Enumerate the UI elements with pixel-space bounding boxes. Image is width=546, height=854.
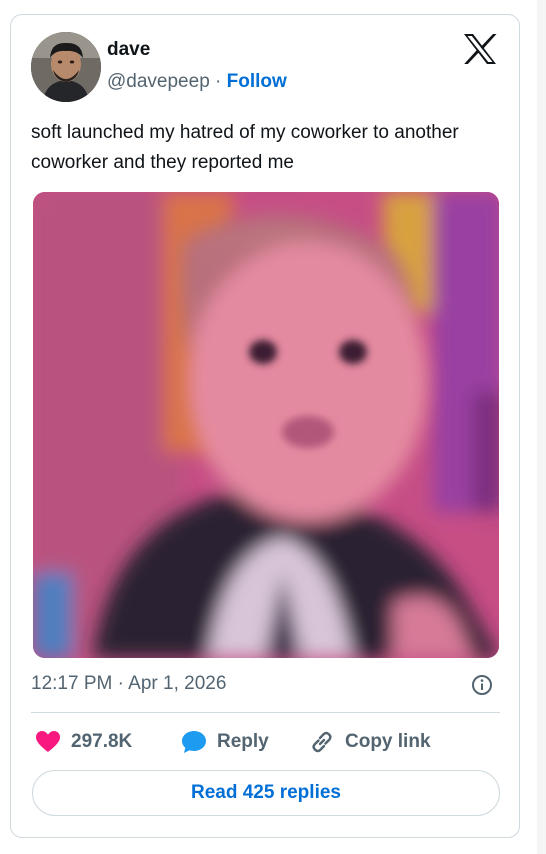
page-scrollbar[interactable] (537, 0, 546, 854)
actions-divider (31, 712, 500, 713)
info-icon[interactable] (471, 674, 493, 696)
reply-label: Reply (217, 731, 269, 752)
author-avatar[interactable] (31, 32, 101, 102)
embedded-tweet-card: dave @davepeep · Follow soft launched my… (10, 14, 520, 838)
tweet-timestamp[interactable]: 12:17 PM · Apr 1, 2026 (31, 673, 226, 695)
avatar-photo (31, 32, 101, 102)
follow-button[interactable]: Follow (227, 71, 287, 92)
speech-bubble-icon (182, 731, 206, 753)
copy-link-button[interactable]: Copy link (309, 728, 431, 756)
media-photo (33, 192, 499, 658)
like-button[interactable]: 297.8K (35, 728, 132, 756)
x-logo-icon[interactable] (463, 33, 497, 65)
tweet-text: soft launched my hatred of my coworker t… (31, 122, 459, 173)
read-replies-button[interactable]: Read 425 replies (32, 770, 500, 816)
author-handle[interactable]: @davepeep (107, 71, 210, 92)
author-handle-line: @davepeep · Follow (107, 71, 287, 93)
reply-button[interactable]: Reply (181, 728, 269, 756)
heart-icon (36, 731, 60, 752)
author-name[interactable]: dave (107, 39, 150, 61)
like-count: 297.8K (71, 731, 133, 752)
link-icon (312, 731, 332, 753)
copy-link-label: Copy link (345, 731, 431, 752)
tweet-media-image[interactable] (33, 192, 499, 658)
handle-separator: · (215, 71, 222, 92)
